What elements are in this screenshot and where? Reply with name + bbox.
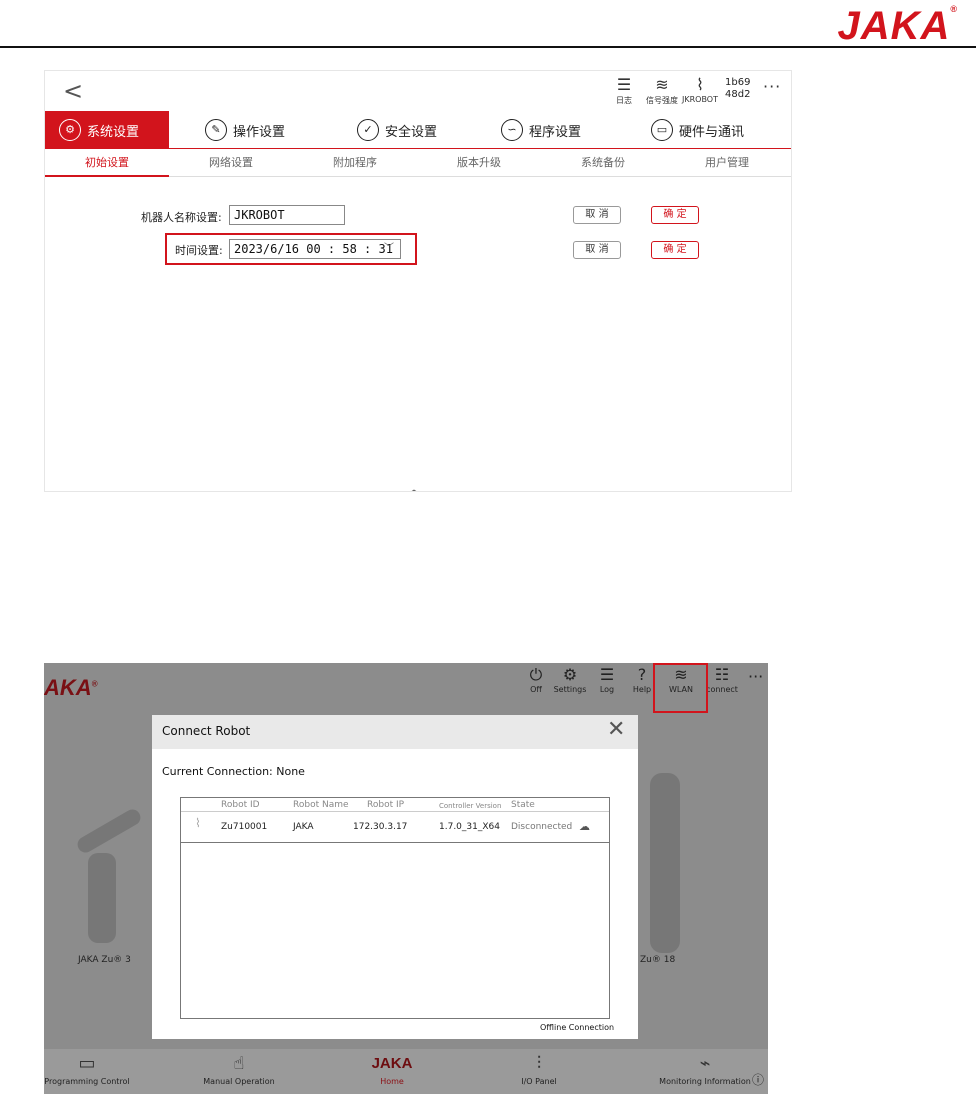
robot-table: Robot ID Robot Name Robot IP Controller … — [180, 797, 610, 1019]
robot-arm-icon: ⌇ — [696, 75, 704, 94]
sub-tabs: 初始设置 网络设置 附加程序 版本升级 系统备份 用户管理 — [45, 149, 791, 177]
gear-icon: ⚙ — [562, 665, 578, 684]
monitor-icon: ▭ — [78, 1053, 96, 1074]
bottom-nav: ▭ Programming Control ☝ Manual Operation J… — [44, 1049, 768, 1094]
dialog-header: Connect Robot ✕ — [152, 715, 638, 749]
info-icon[interactable]: ⓘ — [752, 1071, 764, 1088]
col-robot-id: Robot ID — [221, 800, 260, 810]
col-robot-name: Robot Name — [293, 800, 349, 810]
time-cancel-button[interactable]: 取 消 — [573, 241, 621, 259]
top-bar: < ☰ 日志 ≋ 信号强度 ⌇ JKROBOT 1b69 48d2 ··· — [45, 71, 791, 111]
cloud-connect-icon[interactable]: ☁ — [579, 820, 590, 833]
nav-home[interactable]: JAKA Home — [362, 1051, 422, 1086]
signal-button[interactable]: ≋ 信号强度 — [643, 75, 681, 106]
time-input[interactable]: 2023/6/16 00 : 58 : 31 ﹀ — [229, 239, 401, 259]
robot-arm-left — [74, 806, 144, 856]
robot-arm-icon: ⌇ — [195, 816, 201, 830]
connect-button[interactable]: ☷ connect — [702, 665, 742, 694]
more-icon[interactable]: ··· — [763, 77, 781, 96]
tab-hardware-comm[interactable]: ▭ 硬件与通讯 — [651, 111, 744, 149]
jaka-logo-app: AKA® — [44, 675, 98, 700]
close-icon[interactable]: ✕ — [607, 717, 625, 742]
shield-icon: ✓ — [357, 119, 379, 141]
row-divider — [181, 842, 609, 843]
time-confirm-button[interactable]: 确 定 — [651, 241, 699, 259]
tab-program-settings[interactable]: ∽ 程序设置 — [501, 111, 581, 149]
cell-robot-name: JAKA — [293, 822, 314, 832]
robot-button[interactable]: ⌇ JKROBOT — [681, 75, 719, 104]
time-label: 时间设置: — [175, 244, 223, 257]
hardware-icon: ▭ — [651, 119, 673, 141]
system-settings-screen: < ☰ 日志 ≋ 信号强度 ⌇ JKROBOT 1b69 48d2 ··· ⚙ 系统设置 … — [44, 70, 792, 492]
tab-safety-settings[interactable]: ✓ 安全设置 — [357, 111, 437, 149]
wlan-highlight-box — [653, 663, 708, 713]
main-tabs: ⚙ 系统设置 ✎ 操作设置 ✓ 安全设置 ∽ 程序设置 ▭ 硬件与通讯 — [45, 111, 791, 149]
subtab-backup[interactable]: 系统备份 — [541, 149, 665, 177]
connect-icon: ☷ — [714, 665, 730, 684]
robot-model-right: Zu® 18 — [640, 955, 676, 965]
offline-connection-link[interactable]: Offline Connection — [540, 1023, 614, 1032]
log-icon: ☰ — [616, 75, 632, 94]
cell-controller-version: 1.7.0_31_X64 — [439, 822, 500, 832]
subtab-addon[interactable]: 附加程序 — [293, 149, 417, 177]
cell-robot-id: Zu710001 — [221, 822, 268, 832]
settings-button[interactable]: ⚙ Settings — [550, 665, 590, 694]
table-row[interactable]: ⌇ Zu710001 JAKA 172.30.3.17 1.7.0_31_X64… — [181, 812, 609, 842]
back-icon[interactable]: < — [63, 77, 83, 105]
col-controller-version: Controller Version — [439, 802, 502, 810]
robot-name-label: 机器人名称设置: — [141, 211, 222, 224]
io-sliders-icon: ⫶ — [536, 1053, 542, 1074]
subtab-upgrade[interactable]: 版本升级 — [417, 149, 541, 177]
log-button[interactable]: ☰ Log — [587, 665, 627, 694]
current-connection: Current Connection: None — [162, 765, 305, 778]
monitor-wave-icon: ⌁ — [699, 1053, 711, 1074]
gear-icon: ⚙ — [59, 119, 81, 141]
tab-system-settings[interactable]: ⚙ 系统设置 — [45, 111, 169, 149]
robot-body-left — [88, 853, 116, 943]
name-cancel-button[interactable]: 取 消 — [573, 206, 621, 224]
nav-programming-control[interactable]: ▭ Programming Control — [44, 1051, 130, 1086]
col-state: State — [511, 800, 535, 810]
robot-body-right — [650, 773, 680, 953]
connect-robot-dialog: Connect Robot ✕ Current Connection: None… — [152, 715, 638, 1039]
name-confirm-button[interactable]: 确 定 — [651, 206, 699, 224]
hand-icon: ☝ — [233, 1053, 245, 1074]
nav-monitoring-information[interactable]: ⌁ Monitoring Information — [652, 1051, 758, 1086]
jaka-home-logo: JAKA — [371, 1055, 413, 1072]
header-rule — [0, 46, 976, 48]
subtab-users[interactable]: 用户管理 — [665, 149, 789, 177]
log-button[interactable]: ☰ 日志 — [605, 75, 643, 106]
chevron-up-icon[interactable]: ︿ — [405, 475, 423, 491]
robot-name-input[interactable]: JKROBOT — [229, 205, 345, 225]
version-code: 1b69 48d2 — [725, 77, 751, 100]
connect-robot-screen: AKA® ⏻ Off ⚙ Settings ☰ Log ? Help ≋ WLAN ☷ co… — [44, 663, 768, 1094]
operation-icon: ✎ — [205, 119, 227, 141]
col-robot-ip: Robot IP — [367, 800, 405, 810]
nav-manual-operation[interactable]: ☝ Manual Operation — [194, 1051, 284, 1086]
wifi-icon: ≋ — [655, 75, 669, 94]
jaka-logo: JAKA® — [837, 4, 958, 48]
chevron-down-icon: ﹀ — [384, 243, 394, 254]
tab-operation-settings[interactable]: ✎ 操作设置 — [205, 111, 285, 149]
more-icon[interactable]: ··· — [748, 667, 763, 686]
dialog-title: Connect Robot — [162, 724, 251, 738]
cell-robot-ip: 172.30.3.17 — [353, 822, 408, 832]
robot-model-left: JAKA Zu® 3 — [78, 955, 131, 965]
program-icon: ∽ — [501, 119, 523, 141]
nav-io-panel[interactable]: ⫶ I/O Panel — [514, 1051, 564, 1086]
subtab-network[interactable]: 网络设置 — [169, 149, 293, 177]
log-icon: ☰ — [599, 665, 615, 684]
subtab-initial[interactable]: 初始设置 — [45, 149, 169, 177]
cell-state: Disconnected — [511, 822, 573, 832]
